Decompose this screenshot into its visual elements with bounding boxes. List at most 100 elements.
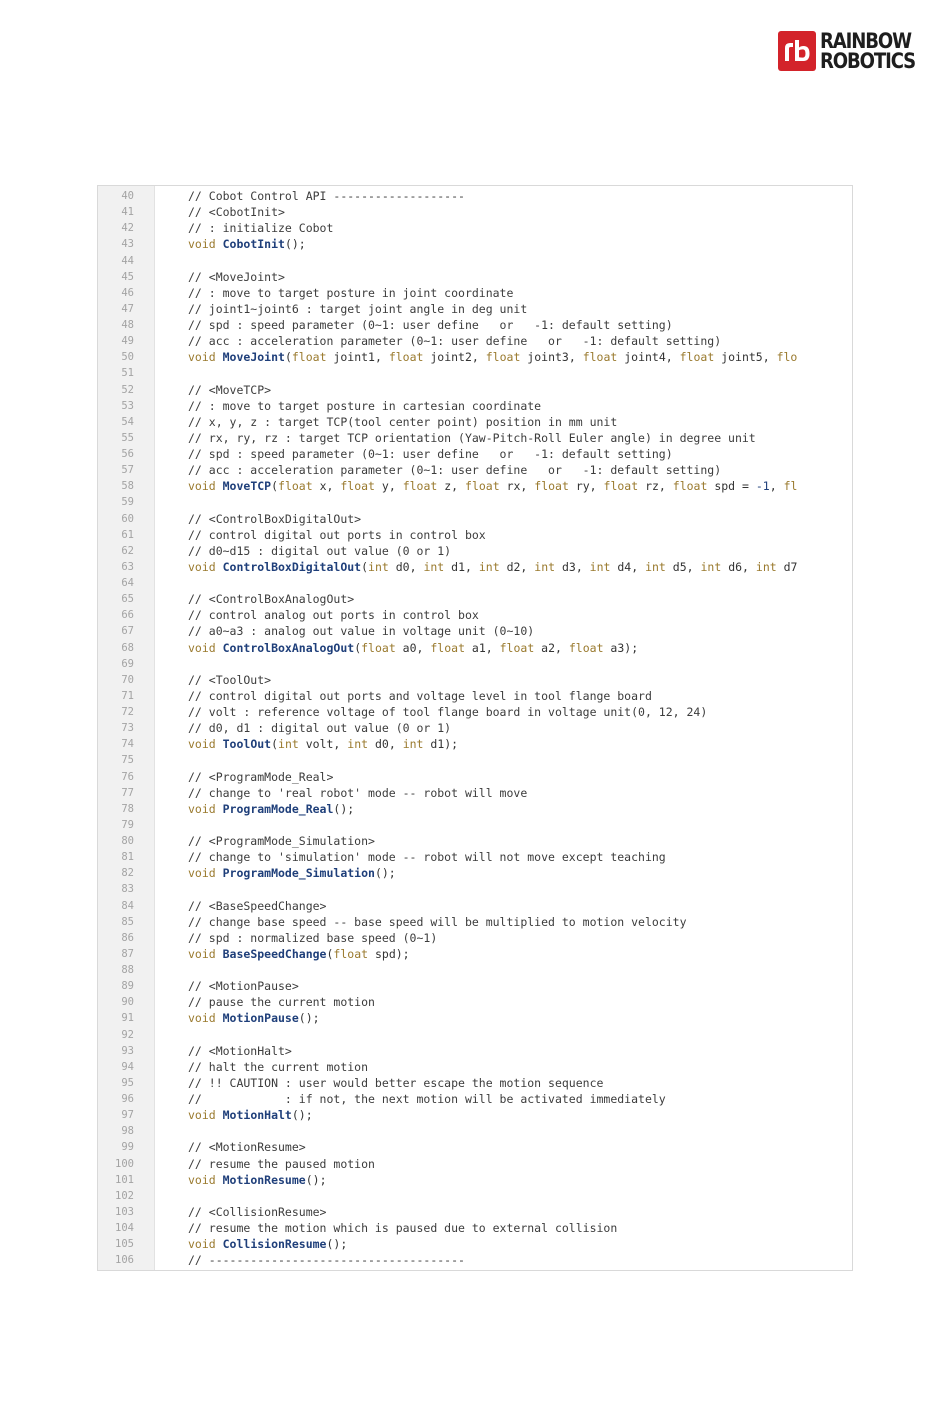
code-text: // spd : speed parameter (0~1: user defi…: [188, 317, 673, 333]
line-number: 103: [115, 1205, 134, 1218]
code-token-comment: // !! CAUTION : user would better escape…: [188, 1075, 604, 1090]
code-token-keyword: void: [188, 866, 223, 881]
code-token-plain: d7: [783, 559, 798, 574]
code-token-keyword: int: [347, 737, 375, 752]
code-line: 76 // <ProgramMode_Real>: [98, 769, 852, 785]
code-line: 57 // acc : acceleration parameter (0~1: …: [98, 462, 852, 478]
code-line: 98: [98, 1123, 852, 1139]
line-number: 59: [121, 496, 134, 509]
code-line: 44: [98, 253, 852, 269]
line-number: 72: [121, 706, 134, 718]
code-token-plain: a0,: [402, 640, 431, 655]
code-token-func: MoveJoint: [222, 350, 285, 365]
code-token-comment: // <BaseSpeedChange>: [188, 898, 327, 913]
line-number: 104: [115, 1222, 134, 1234]
code-token-plain: ();: [326, 1237, 348, 1252]
code-text: // rx, ry, rz : target TCP orientation (…: [188, 430, 756, 446]
code-token-comment: // change to 'simulation' mode -- robot …: [188, 850, 666, 865]
code-text: // spd : speed parameter (0~1: user defi…: [188, 446, 673, 462]
code-line: 77 // change to 'real robot' mode -- robo…: [98, 785, 852, 801]
code-token-plain: ,: [769, 479, 784, 494]
code-text: void BaseSpeedChange(float spd);: [188, 946, 410, 962]
code-line: 78 void ProgramMode_Real();: [98, 801, 852, 817]
code-token-plain: spd =: [714, 479, 756, 494]
code-token-keyword: int: [278, 737, 306, 752]
code-token-func: MotionPause: [222, 1011, 299, 1026]
code-token-comment: // acc : acceleration parameter (0~1: us…: [188, 463, 722, 478]
code-token-keyword: void: [188, 1108, 223, 1123]
code-line: 54 // x, y, z : target TCP(tool center po…: [98, 414, 852, 430]
code-token-comment: // resume the paused motion: [188, 1156, 375, 1171]
code-line: 92: [98, 1027, 852, 1043]
code-token-plain: (: [284, 350, 292, 365]
code-line: 104 // resume the motion which is paused …: [98, 1220, 852, 1236]
code-text: // !! CAUTION : user would better escape…: [188, 1075, 603, 1091]
code-token-plain: joint3,: [527, 350, 583, 365]
code-token-plain: joint5,: [721, 350, 777, 365]
code-line: 90 // pause the current motion: [98, 994, 852, 1010]
code-line: 96 // : if not, the next motion will be a…: [98, 1091, 852, 1107]
line-number: 87: [121, 947, 134, 960]
code-text: // change to 'real robot' mode -- robot …: [188, 785, 527, 801]
code-token-comment: // control analog out ports in control b…: [188, 608, 479, 623]
line-number: 48: [121, 319, 134, 331]
code-line: 64: [98, 575, 852, 591]
code-text: // -------------------------------------: [188, 1252, 465, 1268]
code-line: 58 void MoveTCP(float x, float y, float z…: [98, 478, 852, 494]
code-token-plain: rx,: [506, 479, 535, 494]
code-line: 61 // control digital out ports in contro…: [98, 527, 852, 543]
code-token-keyword: int: [423, 559, 452, 574]
code-text: void MotionPause();: [188, 1010, 320, 1026]
line-number: 76: [121, 770, 134, 783]
code-token-keyword: void: [188, 1011, 223, 1026]
line-number: 67: [121, 625, 134, 638]
line-number: 102: [115, 1189, 134, 1202]
line-number: 95: [121, 1076, 134, 1089]
code-token-comment: // resume the motion which is paused due…: [188, 1221, 618, 1235]
code-line: 66 // control analog out ports in control…: [98, 607, 852, 623]
code-token-keyword: flo: [776, 350, 798, 365]
code-token-comment: // : move to target posture in cartesian…: [188, 398, 542, 413]
code-token-comment: // change base speed -- base speed will …: [188, 914, 687, 929]
line-number: 79: [121, 818, 134, 831]
code-line: 91 void MotionPause();: [98, 1010, 852, 1026]
code-text: // resume the motion which is paused due…: [188, 1220, 617, 1236]
line-number: 42: [121, 222, 134, 235]
code-token-keyword: float: [672, 479, 715, 494]
line-number: 99: [121, 1141, 134, 1154]
code-line: 101 void MotionResume();: [98, 1172, 852, 1188]
code-line: 95 // !! CAUTION : user would better esca…: [98, 1075, 852, 1091]
code-token-func: BaseSpeedChange: [222, 946, 327, 961]
line-number: 73: [121, 722, 134, 735]
code-token-keyword: float: [499, 640, 542, 655]
code-token-comment: // d0, d1 : digital out value (0 or 1): [188, 721, 452, 736]
code-text: // <BaseSpeedChange>: [188, 898, 326, 914]
code-token-keyword: float: [361, 640, 403, 655]
line-number: 91: [121, 1012, 134, 1025]
code-text: // <MoveTCP>: [188, 382, 271, 398]
code-token-plain: y,: [381, 479, 403, 494]
code-token-plain: spd);: [374, 946, 410, 961]
code-text: void MoveTCP(float x, float y, float z, …: [188, 478, 797, 494]
code-text: void ControlBoxDigitalOut(int d0, int d1…: [188, 559, 797, 575]
code-token-keyword: float: [603, 479, 646, 494]
code-text: // <ControlBoxDigitalOut>: [188, 511, 361, 527]
code-token-plain: ();: [291, 1108, 313, 1123]
code-token-keyword: void: [188, 946, 223, 961]
code-token-keyword: float: [333, 946, 375, 961]
code-token-keyword: int: [534, 559, 562, 574]
line-number: 74: [121, 738, 134, 751]
code-line: 69: [98, 656, 852, 672]
code-token-plain: d0,: [395, 559, 424, 574]
code-line: 93 // <MotionHalt>: [98, 1043, 852, 1059]
logo-line-rainbow: RAINBOW: [820, 29, 912, 53]
code-token-keyword: float: [679, 350, 722, 365]
code-text: // change base speed -- base speed will …: [188, 914, 687, 930]
code-text: // pause the current motion: [188, 994, 375, 1010]
line-number: 41: [121, 206, 134, 219]
code-line: 79: [98, 817, 852, 833]
code-token-keyword: fl: [783, 479, 798, 494]
code-line: 40 // Cobot Control API -----------------…: [98, 188, 852, 204]
code-token-comment: // <ControlBoxAnalogOut>: [188, 592, 355, 607]
code-line: 86 // spd : normalized base speed (0~1): [98, 930, 852, 946]
